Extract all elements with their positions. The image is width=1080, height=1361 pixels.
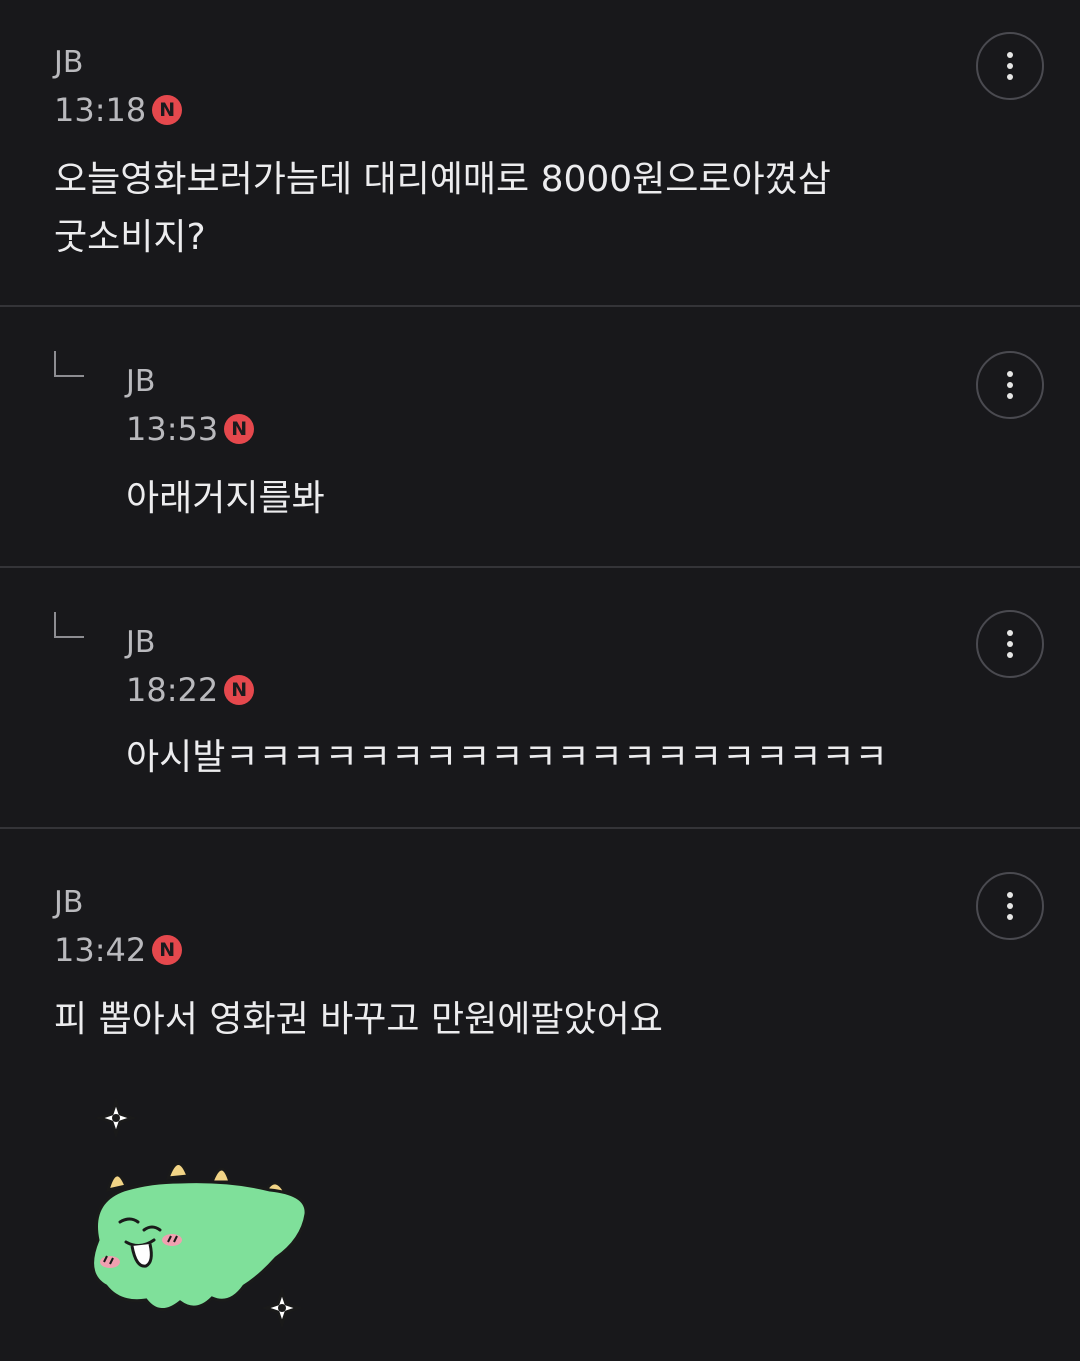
comment-author[interactable]: JB [54,888,83,918]
comment-author[interactable]: JB [126,367,155,397]
comment-timestamp-row: 13:42 N [54,931,183,969]
reply-arrow-icon [54,612,84,638]
more-options-icon[interactable] [976,610,1044,678]
comment-text: 아시발ㅋㅋㅋㅋㅋㅋㅋㅋㅋㅋㅋㅋㅋㅋㅋㅋㅋㅋㅋㅋ [126,737,888,778]
sparkle-icon [261,1287,303,1329]
new-badge: N [152,95,183,125]
comment-text: 피 뽑아서 영화권 바꾸고 만원에팔았어요 [54,999,663,1040]
comment-text: 아래거지를봐 [126,478,325,519]
dinosaur-body [91,1180,308,1311]
comment-timestamp-row: 18:22 N [126,671,255,709]
comment-item: JB 13:18 N 오늘영화보러가늠데 대리예매로 8000원으로아꼈삼 굿소… [0,0,1080,307]
comment-time: 13:42 [54,931,147,969]
comment-author[interactable]: JB [126,628,155,658]
reply-item: JB 18:22 N 아시발ㅋㅋㅋㅋㅋㅋㅋㅋㅋㅋㅋㅋㅋㅋㅋㅋㅋㅋㅋㅋ [0,568,1080,829]
comment-time: 18:22 [126,671,219,709]
more-options-icon[interactable] [976,351,1044,419]
more-options-icon[interactable] [976,32,1044,100]
comment-time: 13:18 [54,91,147,129]
comment-author[interactable]: JB [54,48,83,78]
reply-arrow-icon [54,351,84,377]
comment-timestamp-row: 13:53 N [126,410,255,448]
more-options-icon[interactable] [976,872,1044,940]
comment-timestamp-row: 13:18 N [54,91,183,129]
reply-item: JB 13:53 N 아래거지를봐 [0,307,1080,568]
green-dinosaur-sticker [91,1097,308,1329]
new-badge: N [224,414,255,444]
new-badge: N [224,675,255,705]
sparkle-icon [95,1097,137,1139]
comment-time: 13:53 [126,410,219,448]
new-badge: N [152,935,183,965]
comment-text: 오늘영화보러가늠데 대리예매로 8000원으로아꼈삼 굿소비지? [54,159,831,258]
